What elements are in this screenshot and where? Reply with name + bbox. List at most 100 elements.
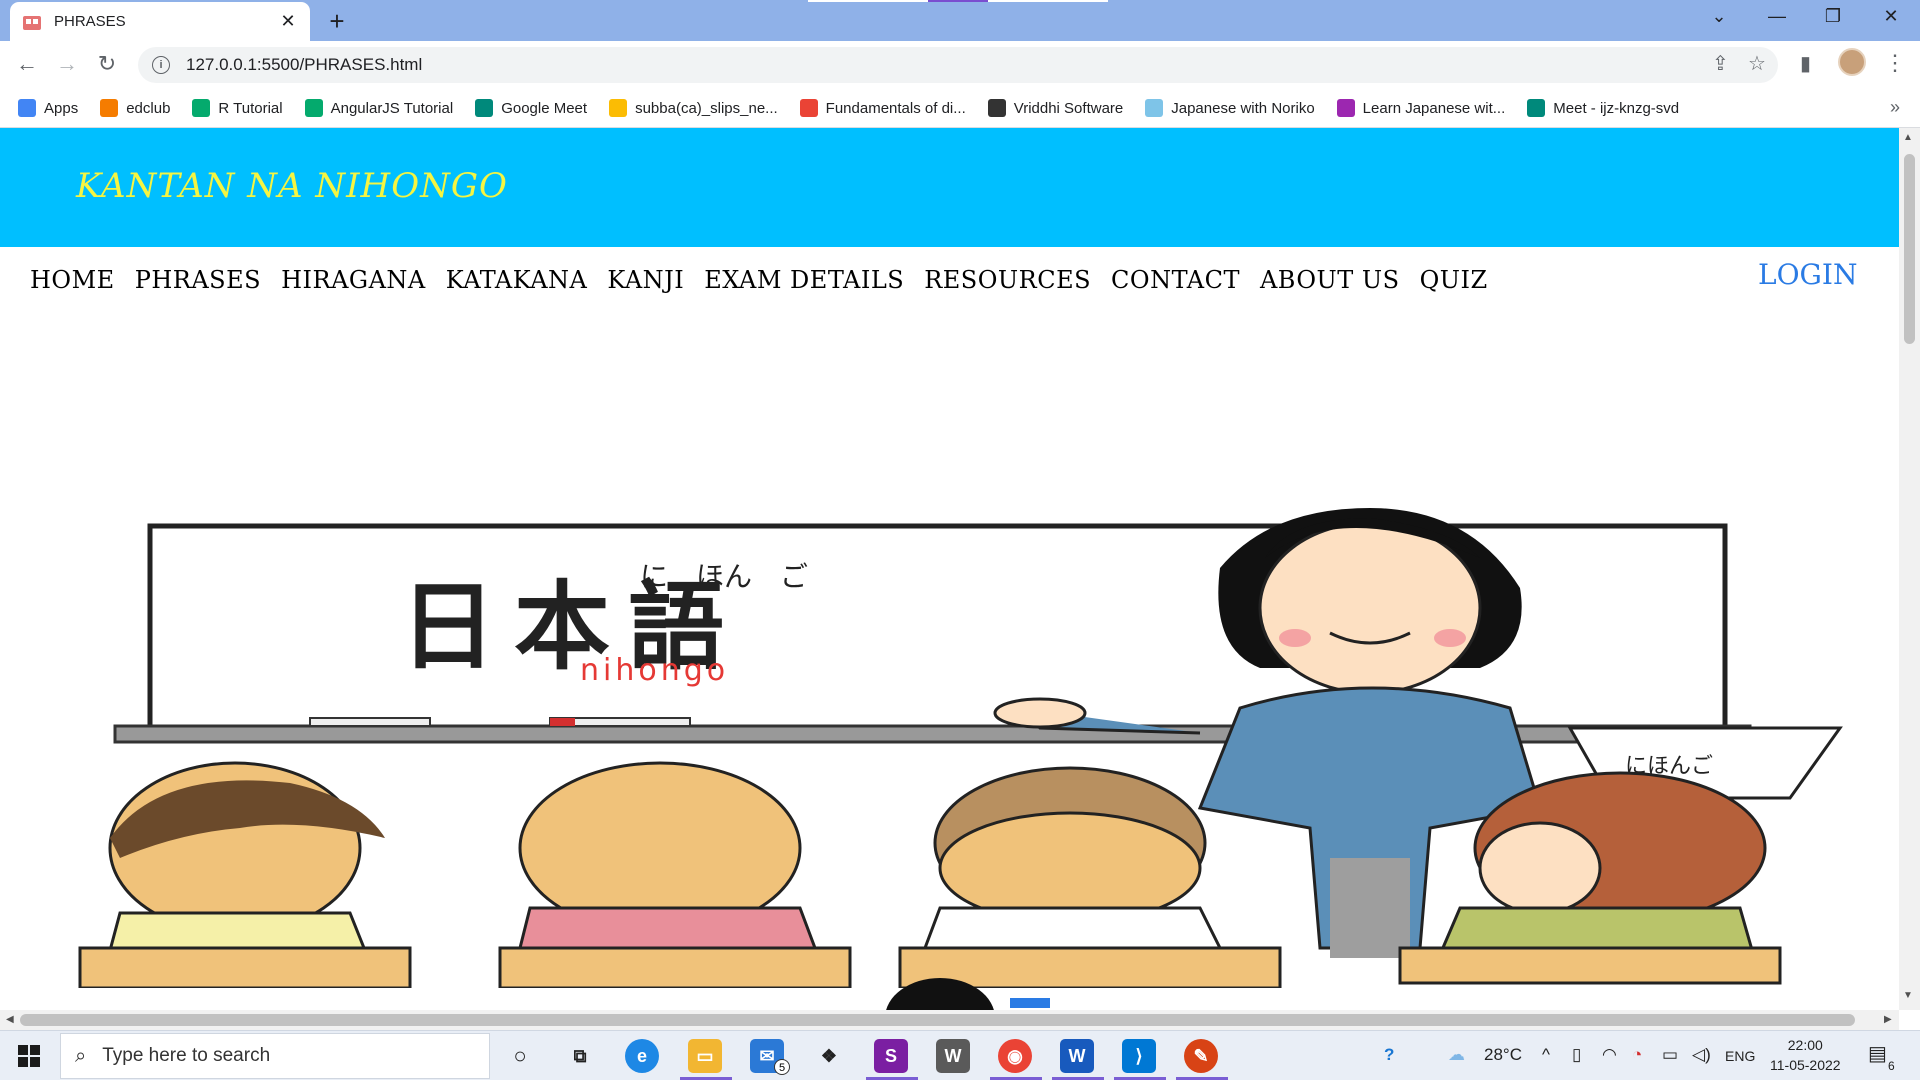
share-icon[interactable]: ⇪ <box>1712 51 1729 76</box>
bookmark-item[interactable]: edclub <box>100 99 170 117</box>
minimize-button[interactable]: — <box>1762 6 1792 27</box>
horizontal-scrollbar[interactable]: ◀ ▶ <box>0 1010 1899 1030</box>
bookmark-item[interactable]: Japanese with Noriko <box>1145 99 1315 117</box>
google-icon <box>799 99 818 117</box>
apps-grid-icon <box>18 99 36 117</box>
file-explorer-icon[interactable]: ▭ <box>688 1039 722 1073</box>
login-link[interactable]: LOGIN <box>1758 258 1857 291</box>
windows-start-icon[interactable] <box>18 1045 40 1067</box>
cortana-icon[interactable]: ○ <box>503 1039 537 1073</box>
student-2 <box>498 761 852 988</box>
new-tab-button[interactable]: + <box>322 6 352 37</box>
browser-tab-phrases[interactable]: PHRASES ✕ <box>10 2 310 41</box>
vertical-scroll-thumb[interactable] <box>1904 154 1915 344</box>
nav-item-contact[interactable]: CONTACT <box>1111 266 1240 294</box>
google-meet-icon <box>475 99 494 117</box>
site-nav: HOME PHRASES HIRAGANA KATAKANA KANJI EXAM DET… <box>30 266 1508 294</box>
bookmark-item[interactable]: R Tutorial <box>192 99 283 117</box>
restore-button[interactable]: ❐ <box>1818 6 1848 27</box>
notification-count: 6 <box>1888 1059 1895 1073</box>
nav-item-exam-details[interactable]: EXAM DETAILS <box>704 266 904 294</box>
scroll-right-icon[interactable]: ▶ <box>1884 1014 1892 1025</box>
close-window-button[interactable]: ✕ <box>1876 6 1906 27</box>
app-s-icon[interactable]: S <box>874 1039 908 1073</box>
chrome-icon[interactable]: ◉ <box>998 1039 1032 1073</box>
nav-item-quiz[interactable]: QUIZ <box>1420 266 1488 294</box>
browser-menu-icon[interactable]: ⋮ <box>1884 50 1906 76</box>
help-icon[interactable]: ? <box>1384 1045 1394 1065</box>
nav-item-phrases[interactable]: PHRASES <box>135 266 261 294</box>
tab-indicator <box>928 0 988 2</box>
bookmark-item[interactable]: Learn Japanese wit... <box>1336 99 1505 117</box>
bookmark-label: subba(ca)_slips_ne... <box>635 99 778 117</box>
edge-icon[interactable]: e <box>625 1039 659 1073</box>
bookmark-item[interactable]: subba(ca)_slips_ne... <box>609 99 778 117</box>
romaji-text: nihongo <box>580 653 729 688</box>
windows-taskbar: ⌕ Type here to search ○ ⧉ e ▭ ✉ 5 ❖ S W … <box>0 1030 1920 1080</box>
bookmark-label: edclub <box>126 99 171 117</box>
tab-close-icon[interactable]: ✕ <box>278 11 298 32</box>
profile-avatar[interactable] <box>1838 48 1866 76</box>
noriko-icon <box>1145 99 1164 117</box>
taskbar-search-box[interactable]: ⌕ Type here to search <box>60 1033 490 1079</box>
dropbox-icon[interactable]: ❖ <box>812 1039 846 1073</box>
scroll-down-icon[interactable]: ▼ <box>1903 990 1913 1001</box>
weather-temp[interactable]: 28°C <box>1484 1045 1522 1065</box>
system-clock[interactable]: 22:00 11-05-2022 <box>1770 1035 1841 1075</box>
vscode-icon[interactable]: ⟩ <box>1122 1039 1156 1073</box>
volume-icon[interactable]: ◁) <box>1692 1045 1711 1065</box>
scroll-left-icon[interactable]: ◀ <box>6 1014 14 1025</box>
language-indicator[interactable]: ENG <box>1725 1048 1755 1064</box>
task-view-icon[interactable]: ⧉ <box>563 1039 597 1073</box>
nav-item-home[interactable]: HOME <box>30 266 115 294</box>
vertical-scrollbar[interactable]: ▲ ▼ <box>1899 128 1920 1010</box>
address-bar[interactable]: i 127.0.0.1:5500/PHRASES.html ⇪ ☆ <box>138 47 1778 83</box>
notification-icon[interactable]: ▤ <box>1868 1041 1887 1066</box>
bookmark-item[interactable]: AngularJS Tutorial <box>304 99 453 117</box>
wikipedia-app-icon[interactable]: W <box>936 1039 970 1073</box>
word-icon[interactable]: W <box>1060 1039 1094 1073</box>
page-viewport: KANTAN NA NIHONGO HOME PHRASES HIRAGANA KAT… <box>0 128 1920 1010</box>
mail-badge: 5 <box>774 1059 790 1075</box>
clock-time: 22:00 <box>1787 1037 1823 1053</box>
horizontal-scroll-thumb[interactable] <box>20 1014 1855 1026</box>
bookmarks-overflow-icon[interactable]: » <box>1890 97 1900 118</box>
site-logo[interactable]: KANTAN NA NIHONGO <box>76 166 508 206</box>
site-info-icon[interactable]: i <box>152 56 170 74</box>
bookmark-item[interactable]: Vriddhi Software <box>987 99 1123 117</box>
bookmark-star-icon[interactable]: ☆ <box>1748 51 1766 76</box>
nav-item-katakana[interactable]: KATAKANA <box>446 266 588 294</box>
nav-item-resources[interactable]: RESOURCES <box>924 266 1091 294</box>
google-drive-icon <box>609 99 628 117</box>
weather-icon[interactable]: ☁ <box>1448 1045 1465 1065</box>
forward-button[interactable]: → <box>52 51 82 77</box>
bookmark-item[interactable]: Apps <box>18 99 78 117</box>
back-button[interactable]: ← <box>12 51 42 77</box>
next-section-peek <box>886 978 1050 1010</box>
wifi-icon[interactable]: ◠ <box>1602 1045 1617 1065</box>
side-panel-icon[interactable]: ▮ <box>1800 51 1811 76</box>
url-text[interactable]: 127.0.0.1:5500/PHRASES.html <box>186 55 422 75</box>
reload-button[interactable]: ↻ <box>92 51 122 77</box>
bookmark-item[interactable]: Google Meet <box>475 99 587 117</box>
bookmark-label: Apps <box>44 99 79 117</box>
scroll-up-icon[interactable]: ▲ <box>1903 132 1913 143</box>
globe-icon <box>987 99 1006 117</box>
device-icon[interactable]: ▯ <box>1572 1045 1581 1065</box>
battery-icon[interactable]: ▭ <box>1662 1045 1678 1065</box>
tray-chevron-icon[interactable]: ^ <box>1542 1045 1550 1065</box>
nav-item-kanji[interactable]: KANJI <box>607 266 684 294</box>
bookmark-label: Japanese with Noriko <box>1171 99 1315 117</box>
clock-date: 11-05-2022 <box>1770 1057 1841 1073</box>
site-favicon-icon <box>23 15 41 30</box>
bookmark-item[interactable]: Fundamentals of di... <box>799 99 966 117</box>
tab-indicator <box>988 0 1108 2</box>
paint-icon[interactable]: ✎ <box>1184 1039 1218 1073</box>
tab-strip: PHRASES ✕ + ⌄ — ❐ ✕ <box>0 0 1920 41</box>
network-icon[interactable]: ◔ <box>1632 1045 1642 1065</box>
red-chalk <box>550 718 575 726</box>
bookmark-item[interactable]: Meet - ijz-knzg-svd <box>1527 99 1679 117</box>
nav-item-hiragana[interactable]: HIRAGANA <box>281 266 426 294</box>
tab-search-chevron-icon[interactable]: ⌄ <box>1704 6 1734 27</box>
nav-item-about-us[interactable]: ABOUT US <box>1260 266 1400 294</box>
